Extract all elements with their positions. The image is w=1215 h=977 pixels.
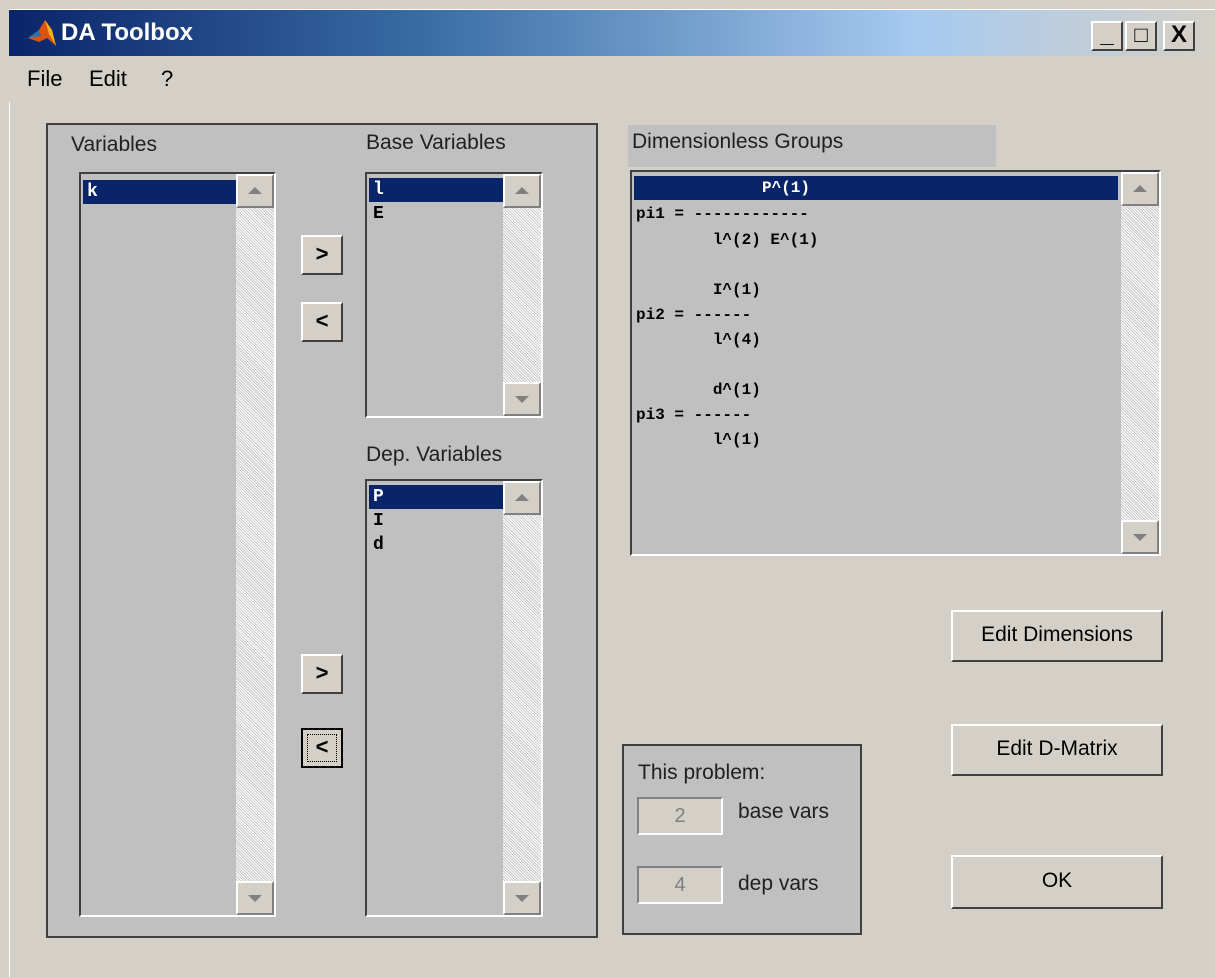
arrow-down-icon xyxy=(515,895,529,902)
base-vars-label: base vars xyxy=(738,800,830,823)
menu-file[interactable]: File xyxy=(27,66,62,92)
dimensionless-groups-label: Dimensionless Groups xyxy=(632,130,844,153)
base-variables-scrollbar[interactable] xyxy=(503,174,541,416)
scroll-up-button[interactable] xyxy=(503,481,541,515)
scroll-down-button[interactable] xyxy=(503,382,541,416)
remove-from-base-button[interactable]: < xyxy=(301,302,343,342)
problem-label: This problem: xyxy=(638,761,766,784)
arrow-down-icon xyxy=(515,396,529,403)
arrow-up-icon xyxy=(515,187,529,194)
add-to-base-button[interactable]: > xyxy=(301,235,343,275)
list-item[interactable]: d xyxy=(369,533,503,557)
arrow-up-icon xyxy=(1133,185,1147,192)
list-item[interactable]: P xyxy=(369,485,503,509)
remove-from-dep-label: < xyxy=(315,734,329,759)
edit-dimensions-button[interactable]: Edit Dimensions xyxy=(951,610,1163,662)
dep-variables-label: Dep. Variables xyxy=(366,443,503,466)
scroll-up-button[interactable] xyxy=(236,174,274,208)
scroll-up-button[interactable] xyxy=(1121,172,1159,206)
base-variables-label: Base Variables xyxy=(366,131,506,154)
title-bar[interactable]: DA Toolbox _ □ X xyxy=(9,10,1215,56)
dep-variables-listbox[interactable]: P I d xyxy=(365,479,543,917)
base-vars-count-field: 2 xyxy=(637,797,723,835)
group-line-selected[interactable]: P^(1) xyxy=(634,176,1118,200)
variables-listbox[interactable]: k xyxy=(79,172,276,917)
maximize-button[interactable]: □ xyxy=(1125,21,1157,51)
group-line: l^(1) xyxy=(636,431,761,449)
group-line: pi1 = ------------ xyxy=(636,205,809,223)
variables-label: Variables xyxy=(71,133,157,156)
dimensionless-groups-listbox[interactable]: P^(1) pi1 = ------------ l^(2) E^(1) I^(… xyxy=(630,170,1161,556)
menu-bar: File Edit ? xyxy=(9,56,1215,102)
groups-scrollbar[interactable] xyxy=(1121,172,1159,554)
list-item[interactable]: I xyxy=(369,509,503,533)
group-line: d^(1) xyxy=(636,381,761,399)
edit-dmatrix-button[interactable]: Edit D-Matrix xyxy=(951,724,1163,776)
ok-button[interactable]: OK xyxy=(951,855,1163,909)
base-variables-listbox[interactable]: l E xyxy=(365,172,543,418)
group-line: pi2 = ------ xyxy=(636,306,752,324)
scroll-down-button[interactable] xyxy=(236,881,274,915)
scroll-down-button[interactable] xyxy=(1121,520,1159,554)
minimize-button[interactable]: _ xyxy=(1091,21,1123,51)
group-line: pi3 = ------ xyxy=(636,406,752,424)
group-line: l^(4) xyxy=(636,331,761,349)
list-item[interactable]: l xyxy=(369,178,503,202)
dep-variables-scrollbar[interactable] xyxy=(503,481,541,915)
arrow-up-icon xyxy=(248,187,262,194)
variables-scrollbar[interactable] xyxy=(236,174,274,915)
group-line: I^(1) xyxy=(636,281,761,299)
window-title: DA Toolbox xyxy=(61,19,193,46)
matlab-logo-icon xyxy=(28,20,56,46)
list-item[interactable]: k xyxy=(83,180,236,204)
menu-help[interactable]: ? xyxy=(161,66,173,92)
scroll-up-button[interactable] xyxy=(503,174,541,208)
menu-edit[interactable]: Edit xyxy=(89,66,127,92)
dep-vars-label: dep vars xyxy=(738,872,819,895)
add-to-dep-button[interactable]: > xyxy=(301,654,343,694)
dep-vars-count-field: 4 xyxy=(637,866,723,904)
group-line: l^(2) E^(1) xyxy=(636,231,819,249)
remove-from-dep-button[interactable]: < xyxy=(301,728,343,768)
arrow-down-icon xyxy=(1133,534,1147,541)
list-item[interactable]: E xyxy=(369,202,503,226)
arrow-up-icon xyxy=(515,494,529,501)
arrow-down-icon xyxy=(248,895,262,902)
close-button[interactable]: X xyxy=(1163,21,1195,51)
scroll-down-button[interactable] xyxy=(503,881,541,915)
